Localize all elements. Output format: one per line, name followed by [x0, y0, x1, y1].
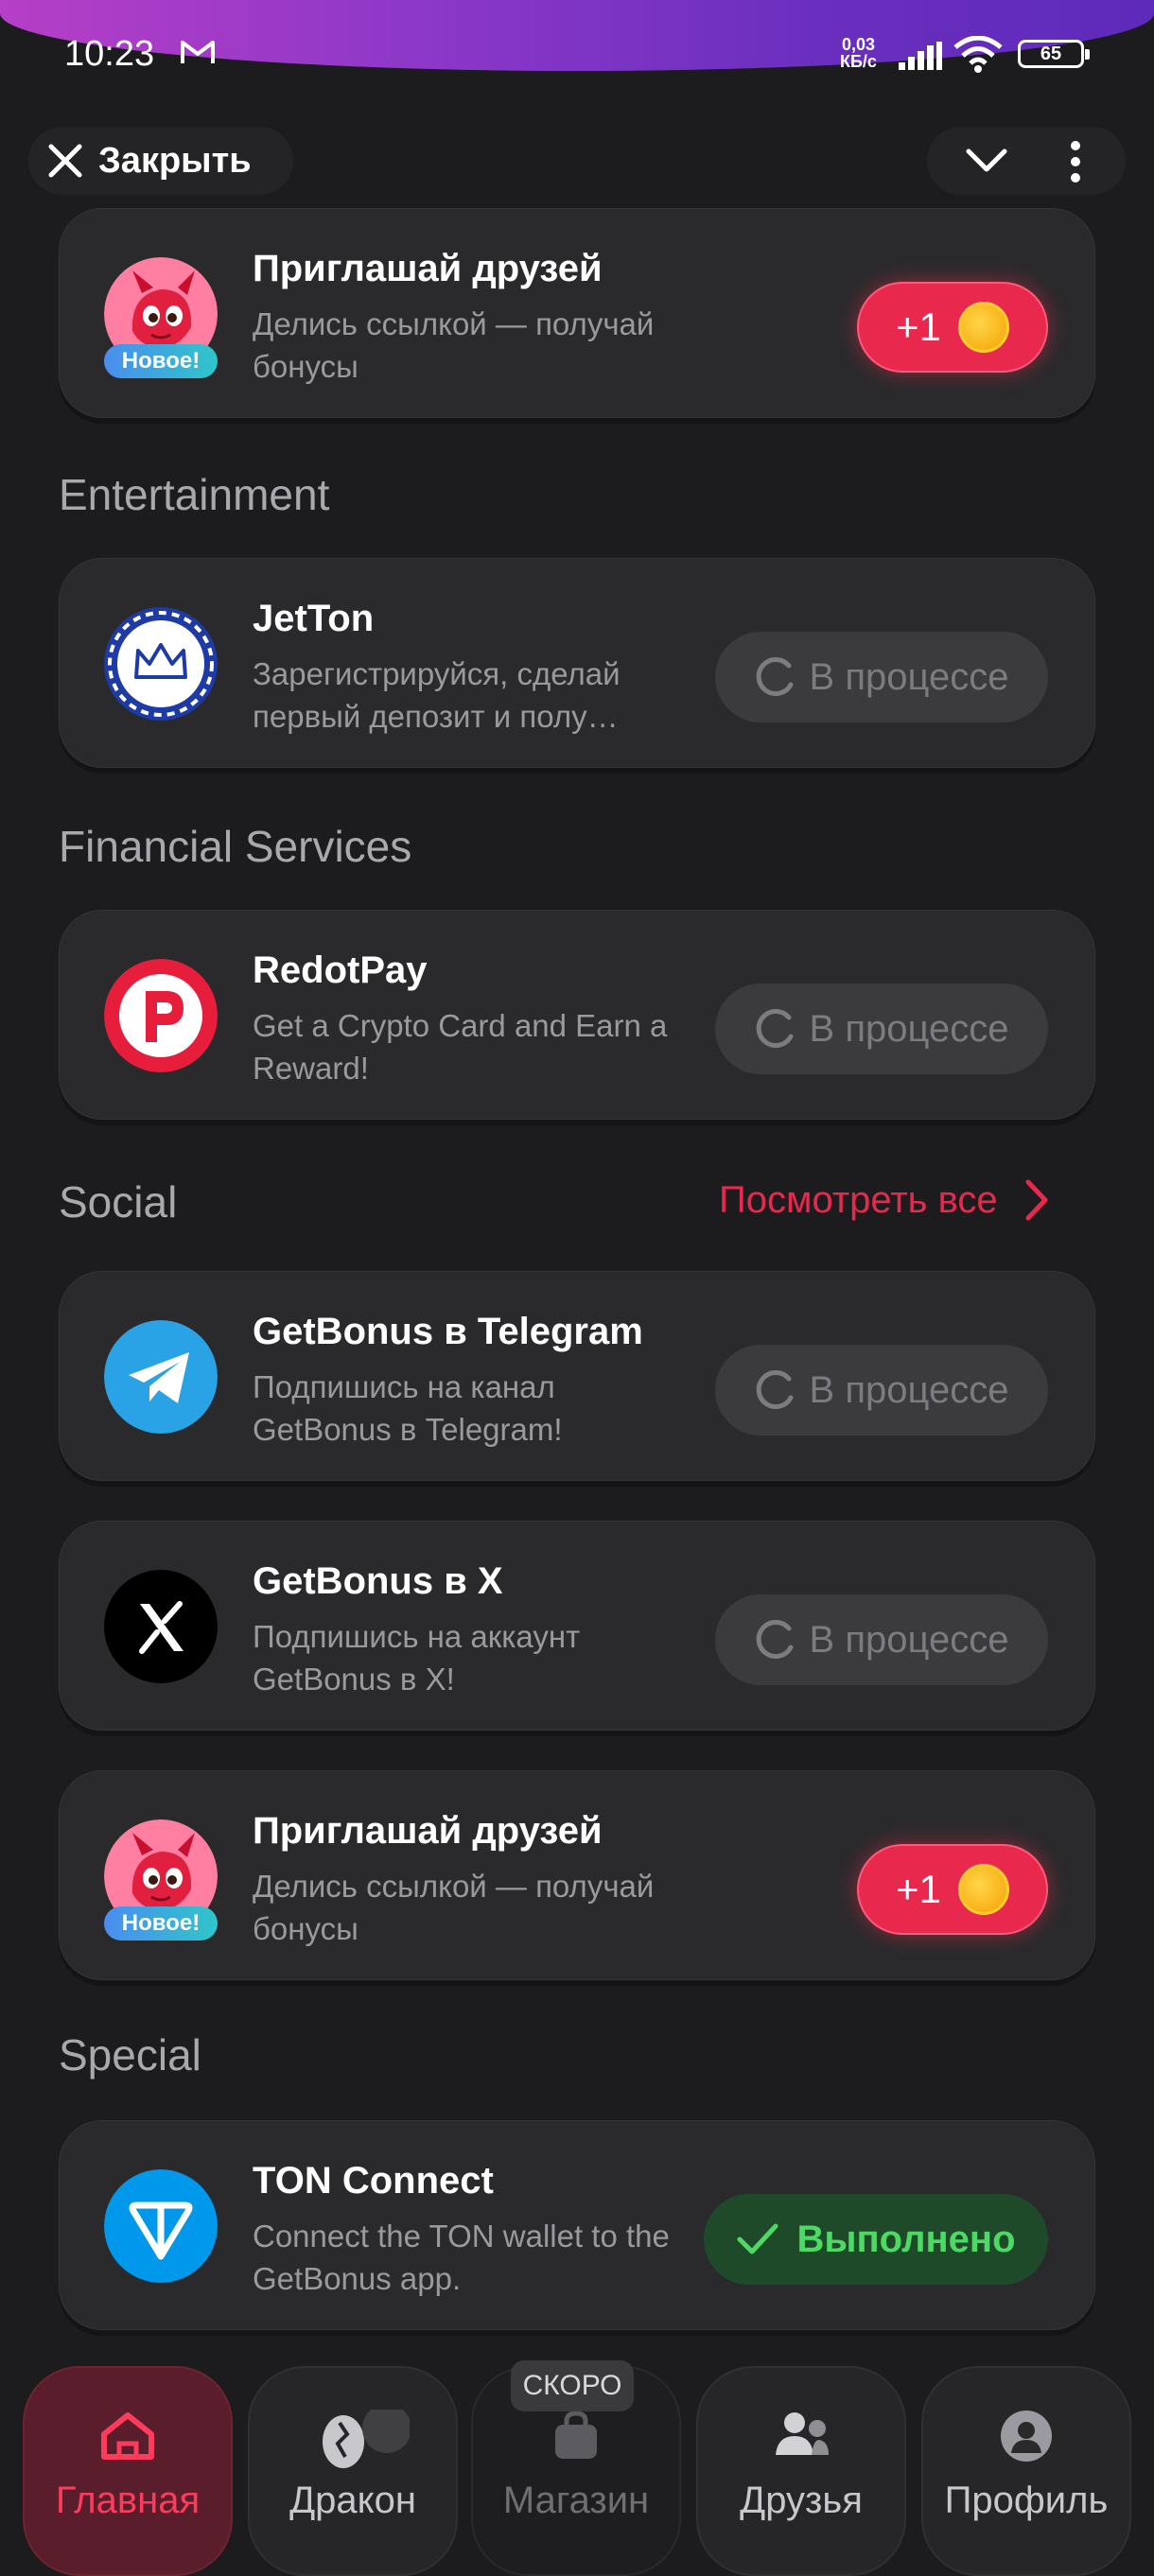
- network-speed: 0,03 КБ/с: [840, 35, 877, 71]
- section-title-special: Special: [59, 2030, 201, 2080]
- home-icon: [101, 2412, 154, 2460]
- new-badge: Новое!: [104, 1906, 218, 1941]
- task-card-redotpay[interactable]: RedotPay Get a Crypto Card and Earn a Re…: [59, 910, 1095, 1120]
- task-card-telegram[interactable]: GetBonus в Telegram Подпишись на канал G…: [59, 1271, 1095, 1481]
- coming-soon-badge: СКОРО: [511, 2360, 634, 2411]
- status-time: 10:23: [64, 34, 155, 74]
- card-description: Делись ссылкой — получай бонусы: [253, 306, 655, 384]
- battery-icon: 65: [1018, 40, 1090, 68]
- status-completed: Выполнено: [704, 2194, 1048, 2285]
- x-logo-icon: [104, 1570, 218, 1683]
- close-button[interactable]: Закрыть: [28, 127, 293, 195]
- reward-button[interactable]: +1: [857, 1844, 1048, 1935]
- jetton-logo-icon: [104, 607, 218, 721]
- card-title: GetBonus в Telegram: [253, 1311, 643, 1352]
- status-in-progress[interactable]: В процессе: [715, 1594, 1048, 1685]
- check-icon: [737, 2223, 778, 2254]
- card-title: GetBonus в X: [253, 1560, 503, 1602]
- card-title: RedotPay: [253, 949, 428, 991]
- loading-icon: [756, 1370, 794, 1409]
- task-card-jetton[interactable]: JetTon Зарегистрируйся, сделай первый де…: [59, 558, 1095, 768]
- tab-dragon[interactable]: Дракон: [248, 2366, 458, 2576]
- task-card-ton-connect[interactable]: TON Connect Connect the TON wallet to th…: [59, 2120, 1095, 2330]
- tab-profile[interactable]: Профиль: [921, 2366, 1131, 2576]
- section-title-entertainment: Entertainment: [59, 470, 330, 519]
- close-label: Закрыть: [98, 140, 252, 181]
- task-card-invite-friends[interactable]: Новое! Приглашай друзей Делись ссылкой —…: [59, 1770, 1095, 1980]
- bottom-tab-bar: Главная Дракон Магазин Друзья Профиль СК…: [0, 2355, 1154, 2576]
- redotpay-logo-icon: [104, 959, 218, 1072]
- card-title: Приглашай друзей: [253, 1810, 603, 1852]
- status-in-progress[interactable]: В процессе: [715, 983, 1048, 1074]
- card-title: Приглашай друзей: [253, 248, 603, 289]
- card-title: TON Connect: [253, 2160, 494, 2202]
- status-bar: 10:23 0,03 КБ/с 65: [0, 0, 1154, 113]
- card-description: Делись ссылкой — получай бонусы: [253, 1869, 655, 1946]
- tab-friends[interactable]: Друзья: [696, 2366, 906, 2576]
- friends-icon: [776, 2412, 829, 2455]
- ton-logo-icon: [104, 2169, 218, 2283]
- coin-icon: [957, 1864, 1009, 1915]
- telegram-icon: [104, 1320, 218, 1434]
- task-card-x[interactable]: GetBonus в X Подпишись на аккаунт GetBon…: [59, 1521, 1095, 1731]
- task-card-invite-friends[interactable]: Новое! Приглашай друзей Делись ссылкой —…: [59, 208, 1095, 418]
- loading-icon: [756, 1009, 794, 1048]
- shop-bag-icon: [555, 2411, 597, 2459]
- see-all-link[interactable]: Посмотреть все: [719, 1178, 1055, 1222]
- chevron-down-icon[interactable]: [965, 144, 1008, 178]
- more-vertical-icon[interactable]: [1069, 140, 1082, 183]
- chevron-right-icon: [1025, 1179, 1048, 1221]
- coin-icon: [957, 302, 1009, 353]
- card-description: Get a Crypto Card and Earn a Reward!: [253, 1008, 668, 1086]
- header-menu: [927, 127, 1126, 195]
- card-title: JetTon: [253, 598, 375, 639]
- wifi-icon: [953, 36, 1003, 73]
- new-badge: Новое!: [104, 344, 218, 378]
- card-description: Connect the TON wallet to the GetBonus a…: [253, 2219, 670, 2296]
- loading-icon: [756, 657, 794, 696]
- status-in-progress[interactable]: В процессе: [715, 632, 1048, 722]
- card-description: Подпишись на аккаунт GetBonus в X!: [253, 1619, 581, 1697]
- card-description: Подпишись на канал GetBonus в Telegram!: [253, 1369, 563, 1447]
- loading-icon: [756, 1620, 794, 1659]
- dragon-egg-icon: [323, 2410, 410, 2468]
- section-title-financial: Financial Services: [59, 822, 412, 871]
- reward-button[interactable]: +1: [857, 282, 1048, 373]
- profile-icon: [1001, 2411, 1052, 2462]
- gmail-icon: [181, 41, 215, 63]
- tab-home[interactable]: Главная: [23, 2366, 233, 2576]
- card-description: Зарегистрируйся, сделай первый депозит и…: [253, 656, 621, 734]
- status-in-progress[interactable]: В процессе: [715, 1345, 1048, 1436]
- close-icon: [48, 144, 82, 178]
- section-title-social: Social: [59, 1177, 178, 1227]
- signal-icon: [899, 42, 942, 70]
